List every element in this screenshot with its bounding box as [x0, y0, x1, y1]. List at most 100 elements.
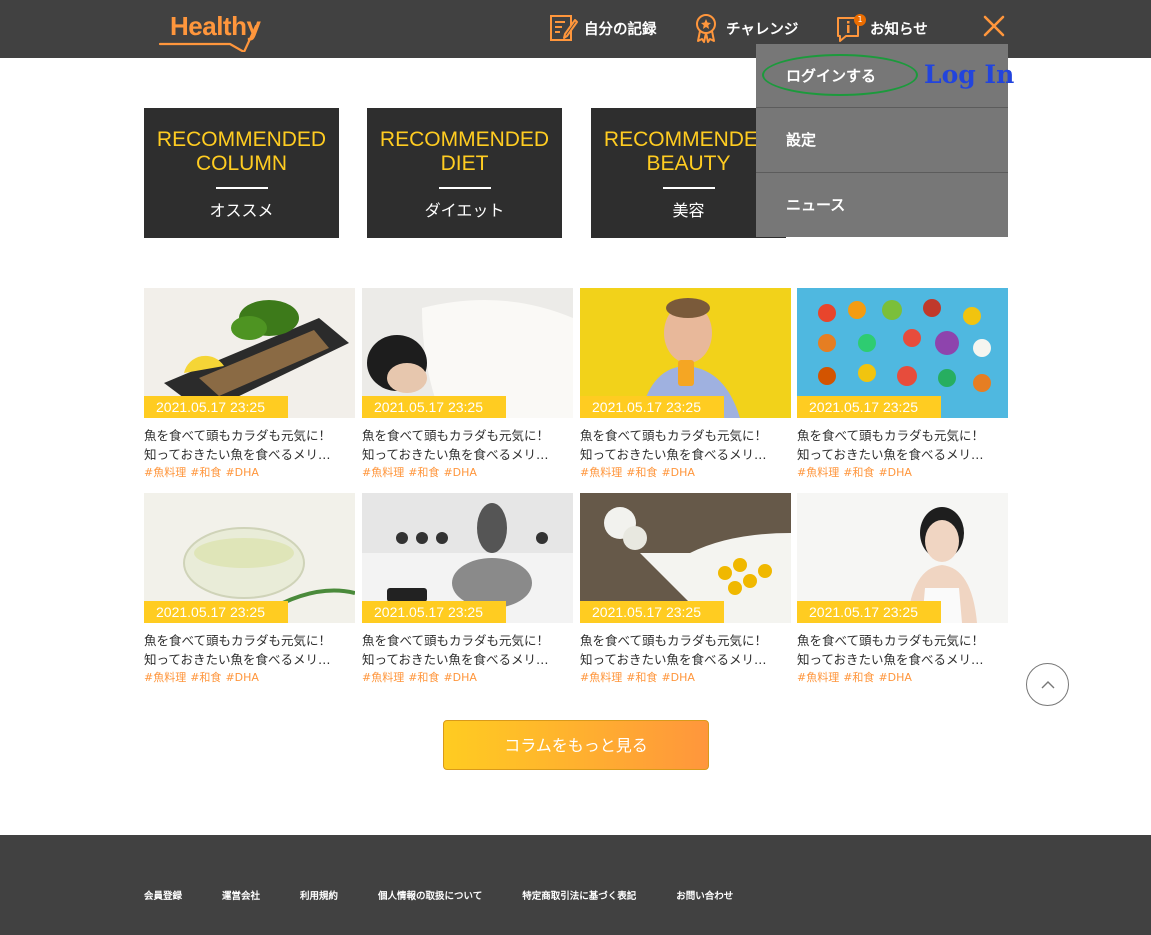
- column-card[interactable]: 2021.05.17 23:25 魚を食べて頭もカラダも元気に！ 知っておきたい…: [144, 493, 355, 685]
- card-date: 2021.05.17 23:25: [362, 601, 506, 623]
- notification-badge: 1: [854, 14, 866, 26]
- tag[interactable]: #DHA: [878, 466, 911, 479]
- tag[interactable]: #魚料理: [580, 466, 622, 479]
- card-title: 知っておきたい魚を食べるメリ…: [144, 652, 331, 667]
- card-date: 2021.05.17 23:25: [144, 601, 288, 623]
- tag[interactable]: #和食: [190, 466, 221, 479]
- category-title: RECOMMENDED: [603, 128, 774, 151]
- tag[interactable]: #和食: [408, 466, 439, 479]
- tag[interactable]: #和食: [408, 671, 439, 684]
- nav-label: 自分の記録: [584, 21, 657, 38]
- menu-item-settings[interactable]: 設定: [756, 108, 1008, 173]
- category-title: DIET: [440, 152, 489, 175]
- card-title: 魚を食べて頭もカラダも元気に！: [362, 428, 550, 443]
- menu-item-login[interactable]: ログインする: [756, 44, 1008, 108]
- card-title: 知っておきたい魚を食べるメリ…: [144, 447, 331, 462]
- tag[interactable]: #和食: [626, 466, 657, 479]
- tag[interactable]: #DHA: [225, 671, 258, 684]
- card-tags: #魚料理 #和食 #DHA: [362, 669, 573, 685]
- healthy-logo[interactable]: Healthy: [158, 8, 261, 52]
- scroll-to-top-button[interactable]: [1026, 663, 1069, 706]
- card-date: 2021.05.17 23:25: [797, 601, 941, 623]
- nav-label: お知らせ: [870, 21, 928, 38]
- medal-icon: [690, 12, 722, 44]
- card-title: 知っておきたい魚を食べるメリ…: [362, 447, 549, 462]
- tag[interactable]: #DHA: [661, 671, 694, 684]
- card-title: 知っておきたい魚を食べるメリ…: [797, 652, 984, 667]
- card-title: 魚を食べて頭もカラダも元気に！: [797, 428, 985, 443]
- nav-label: チャレンジ: [726, 21, 799, 38]
- card-tags: #魚料理 #和食 #DHA: [144, 464, 355, 480]
- tag[interactable]: #和食: [843, 466, 874, 479]
- footer-link-company[interactable]: 運営会社: [222, 888, 260, 902]
- chevron-up-icon: [1041, 681, 1055, 689]
- category-title: COLUMN: [195, 152, 287, 175]
- category-diet[interactable]: RECOMMENDED DIET ダイエット: [367, 108, 562, 238]
- column-card[interactable]: 2021.05.17 23:25 魚を食べて頭もカラダも元気に！ 知っておきたい…: [580, 288, 791, 480]
- card-title: 魚を食べて頭もカラダも元気に！: [580, 428, 768, 443]
- tag[interactable]: #DHA: [443, 671, 476, 684]
- card-title: 魚を食べて頭もカラダも元気に！: [144, 428, 332, 443]
- tag[interactable]: #和食: [626, 671, 657, 684]
- divider: [439, 187, 491, 189]
- card-title: 知っておきたい魚を食べるメリ…: [797, 447, 984, 462]
- nav-challenge[interactable]: チャレンジ: [690, 12, 798, 44]
- tag[interactable]: #魚料理: [144, 466, 186, 479]
- card-date: 2021.05.17 23:25: [362, 396, 506, 418]
- column-card[interactable]: 2021.05.17 23:25 魚を食べて頭もカラダも元気に！ 知っておきたい…: [362, 493, 573, 685]
- card-thumbnail: 2021.05.17 23:25: [144, 493, 355, 623]
- tag[interactable]: #DHA: [443, 466, 476, 479]
- card-title: 知っておきたい魚を食べるメリ…: [580, 447, 767, 462]
- column-card[interactable]: 2021.05.17 23:25 魚を食べて頭もカラダも元気に！ 知っておきたい…: [362, 288, 573, 480]
- card-thumbnail: 2021.05.17 23:25: [797, 493, 1008, 623]
- tag[interactable]: #魚料理: [580, 671, 622, 684]
- menu-item-news[interactable]: ニュース: [756, 173, 1008, 238]
- footer-link-terms[interactable]: 利用規約: [300, 888, 338, 902]
- card-tags: #魚料理 #和食 #DHA: [580, 464, 791, 480]
- tag[interactable]: #魚料理: [797, 466, 839, 479]
- card-title: 魚を食べて頭もカラダも元気に！: [362, 633, 550, 648]
- tag[interactable]: #和食: [843, 671, 874, 684]
- footer-link-register[interactable]: 会員登録: [144, 888, 182, 902]
- column-card[interactable]: 2021.05.17 23:25 魚を食べて頭もカラダも元気に！ 知っておきたい…: [797, 288, 1008, 480]
- close-menu-button[interactable]: [978, 10, 1010, 42]
- card-thumbnail: 2021.05.17 23:25: [362, 493, 573, 623]
- tag[interactable]: #魚料理: [797, 671, 839, 684]
- card-date: 2021.05.17 23:25: [797, 396, 941, 418]
- card-date: 2021.05.17 23:25: [580, 396, 724, 418]
- tag[interactable]: #DHA: [225, 466, 258, 479]
- footer-link-privacy[interactable]: 個人情報の取扱について: [378, 888, 482, 902]
- tag[interactable]: #魚料理: [144, 671, 186, 684]
- tag[interactable]: #DHA: [878, 671, 911, 684]
- footer-link-commerce-law[interactable]: 特定商取引法に基づく表記: [522, 888, 636, 902]
- card-title: 魚を食べて頭もカラダも元気に！: [580, 633, 768, 648]
- tag[interactable]: #魚料理: [362, 671, 404, 684]
- card-tags: #魚料理 #和食 #DHA: [580, 669, 791, 685]
- info-icon: 1: [834, 12, 866, 44]
- tag[interactable]: #和食: [190, 671, 221, 684]
- nav-my-record[interactable]: 自分の記録: [548, 12, 657, 44]
- card-tags: #魚料理 #和食 #DHA: [797, 669, 1008, 685]
- card-tags: #魚料理 #和食 #DHA: [797, 464, 1008, 480]
- column-card[interactable]: 2021.05.17 23:25 魚を食べて頭もカラダも元気に！ 知っておきたい…: [580, 493, 791, 685]
- memo-icon: [548, 12, 580, 44]
- tag[interactable]: #魚料理: [362, 466, 404, 479]
- column-card[interactable]: 2021.05.17 23:25 魚を食べて頭もカラダも元気に！ 知っておきたい…: [797, 493, 1008, 685]
- divider: [216, 187, 268, 189]
- column-card[interactable]: 2021.05.17 23:25 魚を食べて頭もカラダも元気に！ 知っておきたい…: [144, 288, 355, 480]
- card-thumbnail: 2021.05.17 23:25: [580, 493, 791, 623]
- card-title: 知っておきたい魚を食べるメリ…: [580, 652, 767, 667]
- category-title: RECOMMENDED: [156, 128, 327, 151]
- card-date: 2021.05.17 23:25: [580, 601, 724, 623]
- category-column[interactable]: RECOMMENDED COLUMN オススメ: [144, 108, 339, 238]
- card-title: 魚を食べて頭もカラダも元気に！: [797, 633, 985, 648]
- nav-notifications[interactable]: 1 お知らせ: [834, 12, 928, 44]
- category-title: RECOMMENDED: [379, 128, 550, 151]
- footer-links: 会員登録 運営会社 利用規約 個人情報の取扱について 特定商取引法に基づく表記 …: [144, 888, 773, 902]
- card-tags: #魚料理 #和食 #DHA: [144, 669, 355, 685]
- more-columns-button[interactable]: コラムをもっと見る: [443, 720, 709, 770]
- category-subtitle: ダイエット: [424, 201, 505, 220]
- footer-link-contact[interactable]: お問い合わせ: [676, 888, 733, 902]
- footer: 会員登録 運営会社 利用規約 個人情報の取扱について 特定商取引法に基づく表記 …: [0, 835, 1151, 935]
- tag[interactable]: #DHA: [661, 466, 694, 479]
